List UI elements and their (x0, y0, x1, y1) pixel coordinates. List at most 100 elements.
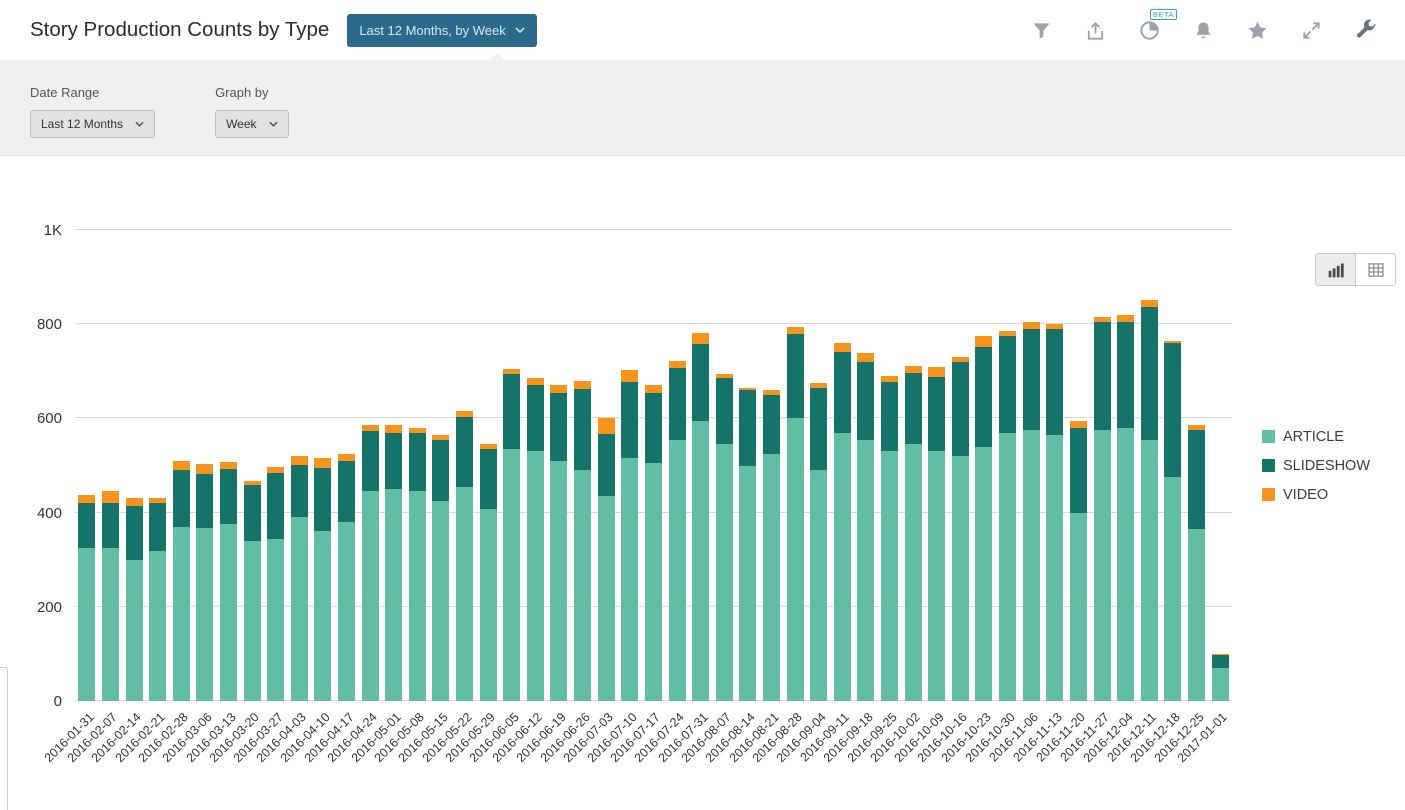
bar-segment-article[interactable] (739, 465, 757, 701)
bar-segment-video[interactable] (196, 464, 214, 474)
bar-segment-slideshow[interactable] (762, 394, 780, 454)
stacked-bar[interactable] (951, 357, 969, 701)
bar-segment-slideshow[interactable] (219, 468, 237, 525)
bar-segment-slideshow[interactable] (125, 505, 143, 560)
bar-segment-slideshow[interactable] (101, 503, 119, 548)
stacked-bar[interactable] (1093, 317, 1111, 701)
stacked-bar[interactable] (385, 425, 403, 701)
bar-segment-article[interactable] (314, 531, 332, 701)
stacked-bar[interactable] (975, 336, 993, 701)
stacked-bar[interactable] (715, 373, 733, 701)
bar-column[interactable]: 2016-10-02 (868, 230, 925, 765)
bar-column[interactable]: 2016-10-16 (915, 230, 973, 765)
bar-segment-article[interactable] (928, 451, 946, 701)
stacked-bar[interactable] (526, 378, 544, 701)
bar-column[interactable]: 2016-05-29 (443, 230, 500, 765)
bar-segment-article[interactable] (101, 547, 119, 701)
bar-segment-slideshow[interactable] (999, 335, 1017, 433)
bar-segment-video[interactable] (385, 425, 403, 433)
bar-segment-slideshow[interactable] (456, 417, 474, 487)
bar-segment-video[interactable] (78, 495, 96, 504)
bar-column[interactable]: 2016-07-24 (632, 230, 689, 765)
bar-segment-video[interactable] (574, 380, 592, 390)
stacked-bar[interactable] (432, 434, 450, 701)
bar-column[interactable]: 2016-03-06 (160, 230, 217, 765)
export-icon[interactable] (1084, 19, 1107, 42)
stacked-bar[interactable] (810, 383, 828, 701)
bar-segment-article[interactable] (1187, 529, 1205, 701)
settings-wrench-icon[interactable] (1354, 19, 1377, 42)
bar-segment-article[interactable] (904, 444, 922, 701)
bar-segment-video[interactable] (219, 461, 237, 469)
bar-segment-article[interactable] (1093, 430, 1111, 701)
bar-column[interactable]: 2016-02-07 (65, 230, 123, 765)
bar-segment-article[interactable] (432, 500, 450, 701)
bar-segment-slideshow[interactable] (786, 333, 804, 419)
bar-segment-slideshow[interactable] (833, 351, 851, 433)
bar-column[interactable]: 2016-12-04 (1080, 230, 1138, 765)
bar-column[interactable]: 2016-07-17 (608, 230, 666, 765)
bar-segment-video[interactable] (1140, 299, 1158, 307)
stacked-bar[interactable] (1140, 299, 1158, 701)
stacked-bar[interactable] (739, 387, 757, 701)
stacked-bar[interactable] (786, 326, 804, 701)
stacked-bar[interactable] (928, 366, 946, 701)
bar-segment-slideshow[interactable] (810, 387, 828, 471)
bar-segment-slideshow[interactable] (951, 361, 969, 457)
bar-segment-video[interactable] (857, 352, 875, 362)
bar-segment-article[interactable] (951, 456, 969, 701)
left-drawer-handle[interactable] (0, 667, 8, 810)
stacked-bar[interactable] (172, 460, 190, 701)
bar-segment-slideshow[interactable] (361, 431, 379, 492)
bar-column[interactable]: 2016-03-13 (183, 230, 241, 765)
bar-segment-article[interactable] (125, 559, 143, 701)
bar-segment-slideshow[interactable] (975, 346, 993, 447)
bar-segment-article[interactable] (1164, 477, 1182, 701)
bar-segment-slideshow[interactable] (739, 390, 757, 466)
bar-segment-article[interactable] (999, 432, 1017, 701)
bar-segment-slideshow[interactable] (668, 368, 686, 440)
bar-segment-slideshow[interactable] (597, 433, 615, 497)
bar-column[interactable]: 2016-11-20 (1034, 230, 1091, 764)
bar-segment-slideshow[interactable] (526, 385, 544, 452)
bar-segment-article[interactable] (503, 449, 521, 701)
bar-segment-article[interactable] (644, 463, 662, 701)
bar-column[interactable]: 2016-09-11 (798, 230, 855, 764)
bar-column[interactable]: 2016-08-14 (703, 230, 760, 765)
bar-segment-slideshow[interactable] (432, 439, 450, 501)
bar-segment-video[interactable] (172, 460, 190, 471)
bar-segment-article[interactable] (149, 551, 167, 701)
stacked-bar[interactable] (881, 376, 899, 701)
bar-segment-slideshow[interactable] (408, 432, 426, 492)
stacked-bar[interactable] (219, 461, 237, 701)
bar-segment-article[interactable] (692, 420, 710, 701)
bar-segment-slideshow[interactable] (385, 432, 403, 490)
bar-column[interactable]: 2016-02-21 (112, 230, 170, 765)
bar-segment-slideshow[interactable] (149, 503, 167, 552)
bar-segment-video[interactable] (833, 343, 851, 352)
bar-segment-slideshow[interactable] (479, 448, 497, 509)
bar-segment-slideshow[interactable] (621, 381, 639, 459)
bar-segment-video[interactable] (975, 336, 993, 347)
bar-segment-slideshow[interactable] (928, 376, 946, 452)
date-range-select[interactable]: Last 12 Months (30, 110, 156, 138)
bar-segment-article[interactable] (597, 496, 615, 701)
stacked-bar[interactable] (833, 343, 851, 701)
stacked-bar[interactable] (1022, 321, 1040, 701)
stacked-bar[interactable] (1069, 420, 1087, 701)
bar-segment-article[interactable] (78, 547, 96, 701)
bar-segment-slideshow[interactable] (692, 344, 710, 421)
stacked-bar[interactable] (999, 331, 1017, 701)
bar-segment-slideshow[interactable] (1211, 654, 1229, 669)
bar-column[interactable]: 2016-06-05 (467, 230, 524, 765)
bar-segment-article[interactable] (1069, 512, 1087, 701)
bar-segment-slideshow[interactable] (1187, 430, 1205, 530)
stacked-bar[interactable] (243, 480, 261, 701)
bar-segment-article[interactable] (267, 538, 285, 701)
bar-column[interactable]: 2016-06-26 (537, 230, 595, 765)
bar-column[interactable]: 2016-06-19 (514, 230, 571, 765)
bar-column[interactable]: 2016-11-13 (1010, 230, 1067, 764)
bar-segment-slideshow[interactable] (904, 372, 922, 445)
bar-segment-article[interactable] (385, 489, 403, 701)
bar-segment-article[interactable] (172, 526, 190, 701)
